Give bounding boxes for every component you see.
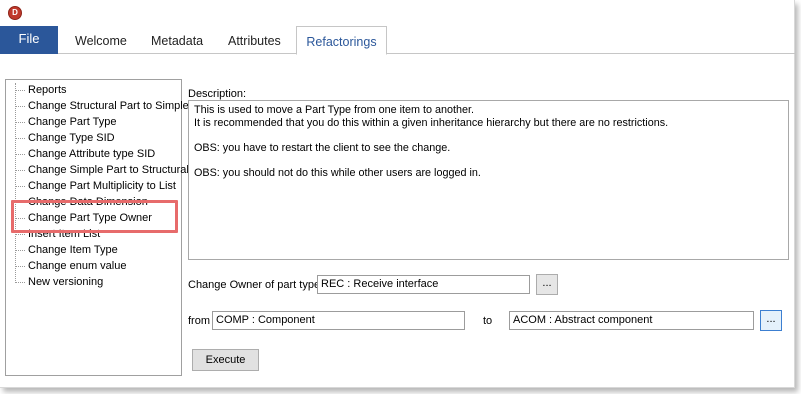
tab-refactorings[interactable]: Refactorings — [296, 26, 387, 55]
tree-item-label: Change Structural Part to Simple — [28, 100, 189, 112]
tab-metadata[interactable]: Metadata — [151, 26, 203, 54]
tree-item-label: Change Part Type — [28, 116, 117, 128]
from-field[interactable]: COMP : Component — [212, 311, 465, 330]
tab-welcome[interactable]: Welcome — [75, 26, 127, 54]
owner-browse-button[interactable]: ... — [536, 274, 558, 295]
owner-part-type-field[interactable]: REC : Receive interface — [317, 275, 530, 294]
tree-item-label: Change Attribute type SID — [28, 148, 156, 160]
tree-item-label: Change Simple Part to Structural — [28, 164, 189, 176]
app-window: D File Welcome Metadata Attributes Refac… — [0, 0, 795, 388]
ribbon-tabs: File Welcome Metadata Attributes Refacto… — [0, 26, 795, 55]
tree-item-label: Change Part Multiplicity to List — [28, 180, 176, 192]
tree-connector-line — [15, 83, 16, 283]
to-browse-button[interactable]: ... — [760, 310, 782, 331]
tree-item-label: New versioning — [28, 276, 104, 288]
description-line: It is recommended that you do this withi… — [194, 116, 669, 129]
selection-highlight-box — [11, 200, 178, 233]
tree-item-label: Change Type SID — [28, 132, 115, 144]
tree-item-label: Change Item Type — [28, 244, 118, 256]
tree-item-label: Change enum value — [28, 260, 127, 272]
owner-label: Change Owner of part type: — [188, 279, 324, 291]
description-line: OBS: you should not do this while other … — [194, 166, 481, 179]
tab-attributes[interactable]: Attributes — [228, 26, 281, 54]
app-logo-icon: D — [8, 6, 22, 20]
file-tab[interactable]: File — [0, 26, 58, 54]
description-line: This is used to move a Part Type from on… — [194, 104, 475, 116]
description-label: Description: — [188, 88, 247, 100]
to-field[interactable]: ACOM : Abstract component — [509, 311, 754, 330]
to-label: to — [483, 315, 493, 327]
execute-button[interactable]: Execute — [192, 349, 259, 371]
from-label: from — [188, 315, 210, 327]
tree-item-label: Reports — [28, 84, 67, 96]
description-box: This is used to move a Part Type from on… — [188, 100, 789, 260]
description-line: OBS: you have to restart the client to s… — [194, 141, 451, 154]
